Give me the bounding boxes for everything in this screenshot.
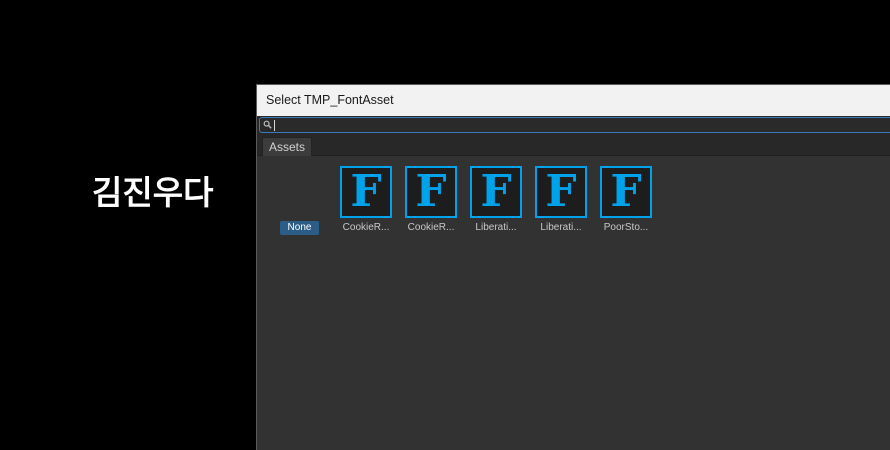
object-picker-window: Select TMP_FontAsset Assets None F Cooki…	[256, 84, 890, 450]
font-asset-icon: F	[600, 166, 652, 218]
search-input[interactable]	[259, 117, 890, 133]
font-asset-label: CookieR...	[342, 222, 390, 233]
tab-assets[interactable]: Assets	[262, 137, 313, 156]
font-asset-glyph: F	[610, 166, 642, 217]
font-asset-label: CookieR...	[407, 222, 455, 233]
font-asset-glyph: F	[545, 166, 577, 217]
font-asset-label: PoorSto...	[603, 222, 649, 233]
tab-strip: Assets	[257, 135, 890, 156]
font-asset-label: Liberati...	[475, 222, 517, 233]
font-asset-icon: F	[340, 166, 392, 218]
font-asset-icon: F	[470, 166, 522, 218]
desktop: 김진우다 Select TMP_FontAsset Assets None F	[0, 0, 890, 450]
window-title: Select TMP_FontAsset	[266, 93, 394, 107]
none-item[interactable]: None	[280, 221, 319, 235]
font-asset-glyph: F	[415, 166, 447, 217]
font-asset-glyph: F	[480, 166, 512, 217]
text-caret	[274, 120, 275, 131]
asset-grid: None F CookieR... F CookieR... F Liberat…	[257, 156, 890, 446]
search-icon	[263, 120, 272, 129]
search-bar	[257, 116, 890, 135]
watermark-text: 김진우다	[92, 173, 214, 212]
font-asset-label: Liberati...	[540, 222, 582, 233]
font-asset-glyph: F	[350, 166, 382, 217]
font-asset-icon: F	[405, 166, 457, 218]
font-asset-icon: F	[535, 166, 587, 218]
window-titlebar[interactable]: Select TMP_FontAsset	[257, 85, 890, 116]
